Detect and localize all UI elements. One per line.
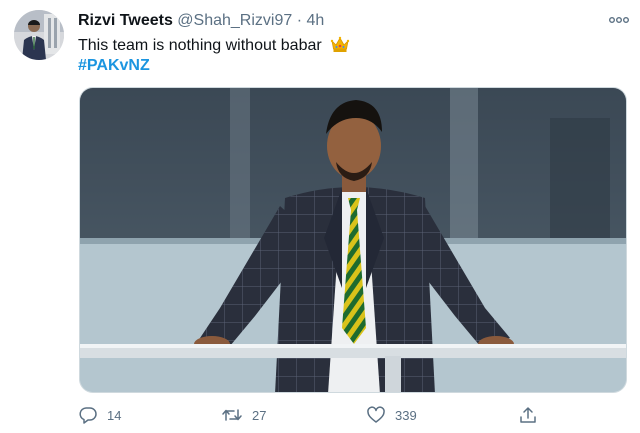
tweet: Rizvi Tweets @Shah_Rizvi97 · 4h This tea… bbox=[0, 0, 640, 433]
more-options-button[interactable] bbox=[606, 12, 632, 28]
reply-button[interactable]: 14 bbox=[78, 402, 121, 428]
like-count: 339 bbox=[395, 407, 417, 423]
crown-icon bbox=[330, 35, 350, 59]
avatar-photo bbox=[14, 10, 64, 60]
tweet-header: Rizvi Tweets @Shah_Rizvi97 · 4h bbox=[78, 11, 324, 31]
timestamp[interactable]: 4h bbox=[307, 12, 325, 29]
like-button[interactable]: 339 bbox=[366, 402, 417, 428]
avatar[interactable] bbox=[14, 10, 64, 60]
hashtag-link[interactable]: #PAKvNZ bbox=[78, 56, 150, 76]
reply-count: 14 bbox=[107, 407, 122, 423]
player-photo bbox=[80, 88, 626, 392]
retweet-icon bbox=[222, 409, 242, 421]
separator-dot: · bbox=[296, 12, 303, 29]
more-icon bbox=[609, 16, 630, 23]
retweet-count: 27 bbox=[252, 407, 267, 423]
tweet-body: This team is nothing without babar bbox=[78, 37, 322, 54]
share-icon bbox=[520, 407, 536, 423]
share-button[interactable] bbox=[518, 402, 538, 428]
heart-icon bbox=[367, 406, 385, 423]
retweet-button[interactable]: 27 bbox=[221, 402, 266, 428]
tweet-actions: 14 27 339 bbox=[0, 400, 640, 430]
reply-icon bbox=[79, 407, 97, 424]
author-handle[interactable]: @Shah_Rizvi97 bbox=[177, 12, 292, 29]
author-name[interactable]: Rizvi Tweets bbox=[78, 12, 173, 29]
tweet-media-photo[interactable] bbox=[79, 87, 627, 393]
